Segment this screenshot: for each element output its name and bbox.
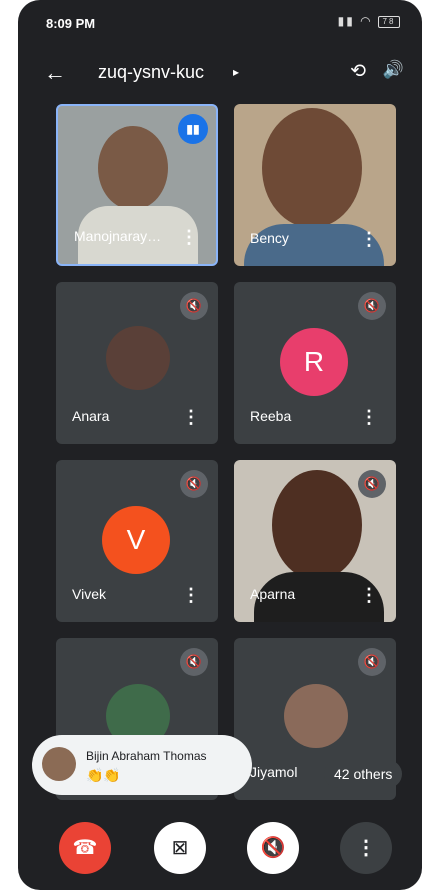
status-icons: ▮▮ ◠ 78 xyxy=(338,14,400,28)
participant-tile-manojnaray[interactable]: ▮▮ Manojnaray… ⋮ xyxy=(56,104,218,266)
status-bar: 8:09 PM ▮▮ ◠ 78 xyxy=(18,0,422,50)
participant-name: Reeba xyxy=(250,408,292,424)
participant-video xyxy=(272,470,362,580)
participant-name: Vivek xyxy=(72,586,106,602)
end-call-button[interactable]: ☎ xyxy=(59,822,111,874)
more-options-icon[interactable]: ⋮ xyxy=(360,586,378,604)
status-time: 8:09 PM xyxy=(46,16,96,31)
participant-name: Manojnaray… xyxy=(74,228,162,244)
participant-tile-anara[interactable]: 🔇 Anara ⋮ xyxy=(56,282,218,444)
avatar-letter: R xyxy=(280,328,348,396)
more-options-icon[interactable]: ⋮ xyxy=(182,586,200,604)
participant-tile-reeba[interactable]: R 🔇 Reeba ⋮ xyxy=(234,282,396,444)
mic-off-icon: 🔇 xyxy=(260,837,286,859)
participant-tile-aparna[interactable]: 🔇 Aparna ⋮ xyxy=(234,460,396,622)
more-vert-icon: ⋮ xyxy=(356,837,376,859)
chevron-right-icon[interactable]: ▸ xyxy=(233,65,239,79)
wifi-icon: ◠ xyxy=(360,14,373,28)
back-arrow-icon[interactable]: ← xyxy=(44,60,66,86)
clapping-hands-icon: 👏👏 xyxy=(86,767,121,783)
meeting-header: ← zuq-ysnv-kuc ▸ ⟲ 🔊 xyxy=(18,52,422,96)
more-options-icon[interactable]: ⋮ xyxy=(360,230,378,248)
speaker-icon[interactable]: 🔊 xyxy=(383,60,404,80)
speaking-indicator-icon: ▮▮ xyxy=(178,114,208,144)
mic-off-icon: 🔇 xyxy=(358,292,386,320)
participant-tile-vivek[interactable]: V 🔇 Vivek ⋮ xyxy=(56,460,218,622)
signal-icon: ▮▮ xyxy=(337,14,355,28)
participant-name: Aparna xyxy=(250,586,296,602)
mic-off-icon: 🔇 xyxy=(180,648,208,676)
avatar-letter: V xyxy=(102,506,170,574)
mic-off-icon: 🔇 xyxy=(358,470,386,498)
more-options-icon[interactable]: ⋮ xyxy=(360,408,378,426)
reaction-sender-name: Bijin Abraham Thomas xyxy=(86,749,207,763)
mic-toggle-button[interactable]: 🔇 xyxy=(247,822,299,874)
avatar xyxy=(284,684,348,748)
mic-off-icon: 🔇 xyxy=(180,292,208,320)
more-options-icon[interactable]: ⋮ xyxy=(180,228,198,246)
more-options-icon[interactable]: ⋮ xyxy=(182,408,200,426)
video-off-icon: ⊠ xyxy=(171,837,189,859)
meeting-code[interactable]: zuq-ysnv-kuc xyxy=(98,62,204,83)
camera-toggle-button[interactable]: ⊠ xyxy=(154,822,206,874)
participant-name: Bency xyxy=(250,230,289,246)
phone-screen: 8:09 PM ▮▮ ◠ 78 ← zuq-ysnv-kuc ▸ ⟲ 🔊 ▮▮ … xyxy=(18,0,422,890)
switch-camera-icon[interactable]: ⟲ xyxy=(350,60,366,83)
more-options-button[interactable]: ⋮ xyxy=(340,822,392,874)
avatar xyxy=(42,747,76,781)
participant-name: Anara xyxy=(72,408,110,424)
phone-hangup-icon: ☎ xyxy=(72,837,98,859)
participant-tile-bency[interactable]: Bency ⋮ xyxy=(234,104,396,266)
participant-video xyxy=(98,126,168,210)
participant-name: Jiyamol xyxy=(250,764,298,780)
mic-off-icon: 🔇 xyxy=(180,470,208,498)
others-count-badge[interactable]: 42 others xyxy=(324,760,403,788)
battery-icon: 78 xyxy=(378,15,400,28)
reaction-toast: Bijin Abraham Thomas 👏👏 xyxy=(32,735,252,795)
mic-off-icon: 🔇 xyxy=(358,648,386,676)
avatar xyxy=(106,326,170,390)
participant-video xyxy=(262,108,362,228)
